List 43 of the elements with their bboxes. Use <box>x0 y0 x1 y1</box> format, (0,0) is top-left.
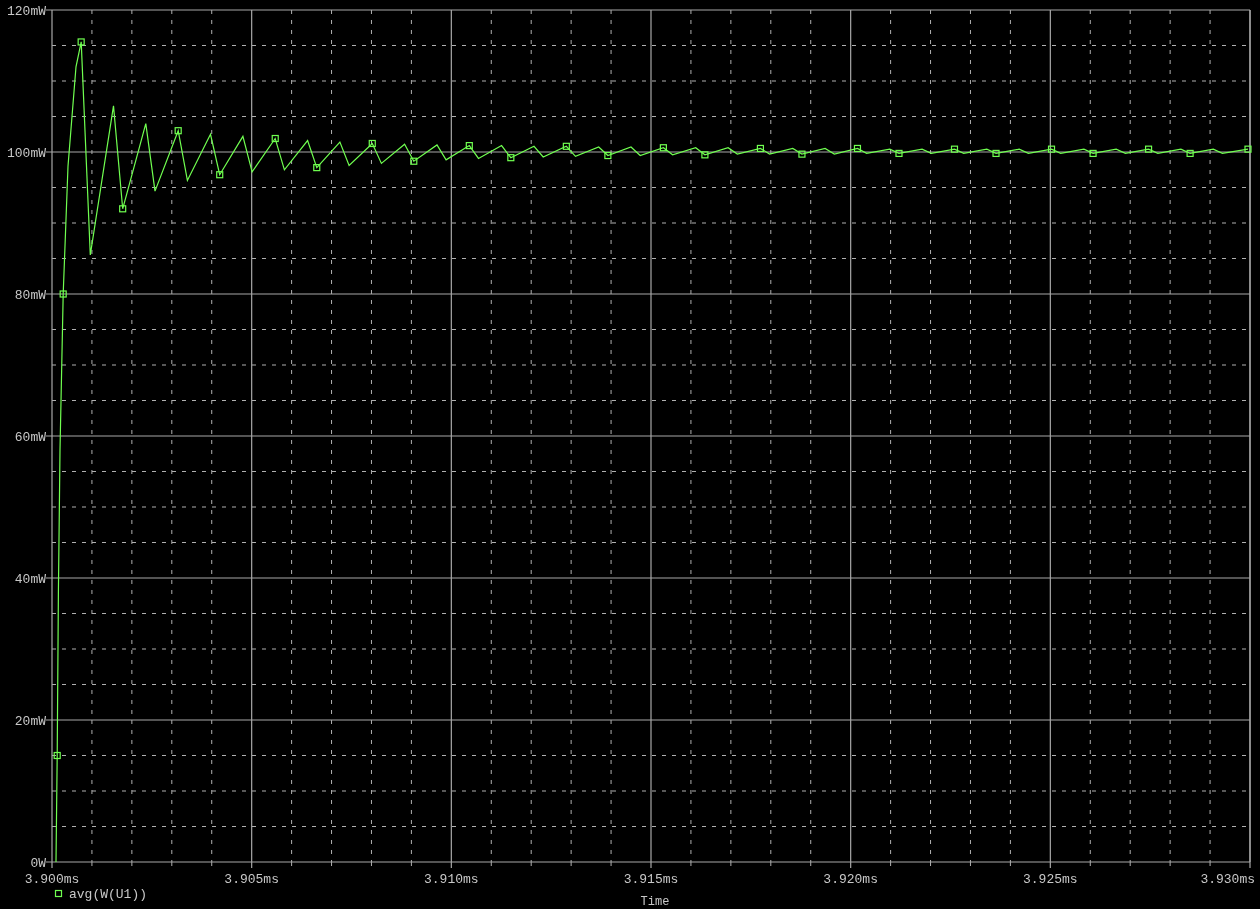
point <box>853 144 862 153</box>
point <box>895 149 903 158</box>
point <box>59 290 67 298</box>
point <box>53 751 61 760</box>
axis-tick-label: 60mW <box>14 430 46 445</box>
point <box>604 151 612 160</box>
point <box>271 134 279 143</box>
axis-tick-label: 3.910ms <box>424 872 479 887</box>
axis-tick-label: 0W <box>30 856 46 871</box>
axis-tick-label: 20mW <box>14 714 46 729</box>
point <box>701 151 709 159</box>
axis-title: Time <box>640 895 670 909</box>
point <box>1144 145 1153 153</box>
point <box>216 171 224 179</box>
point <box>1089 149 1097 158</box>
point <box>77 38 85 46</box>
point <box>798 150 806 158</box>
axis-tick-label: 3.905ms <box>224 872 279 887</box>
point <box>992 149 1000 158</box>
point <box>562 142 570 150</box>
legend-label: avg(W(U1)) <box>69 887 147 902</box>
point <box>1186 149 1194 158</box>
point <box>1244 145 1252 153</box>
point <box>465 142 473 150</box>
axis-tick-label: 3.915ms <box>623 872 679 887</box>
axis-tick-label: 3.920ms <box>823 872 878 887</box>
point <box>174 127 182 135</box>
axis-tick-label: 100mW <box>7 146 46 161</box>
point <box>950 145 959 153</box>
axis-tick-label: 3.900ms <box>24 872 80 887</box>
point <box>119 205 127 213</box>
axis-tick-label: 3.930ms <box>1200 872 1255 887</box>
axis-tick-label: 120mW <box>7 4 46 19</box>
axis-tick-label: 80mW <box>14 288 46 303</box>
point <box>313 164 321 172</box>
axis-tick-label: 40mW <box>14 572 46 587</box>
point <box>756 144 765 153</box>
axis-tick-label: 3.925ms <box>1023 872 1078 887</box>
point <box>368 139 376 148</box>
point <box>410 157 418 165</box>
point <box>507 154 515 162</box>
point <box>1047 145 1056 153</box>
point <box>659 144 667 152</box>
